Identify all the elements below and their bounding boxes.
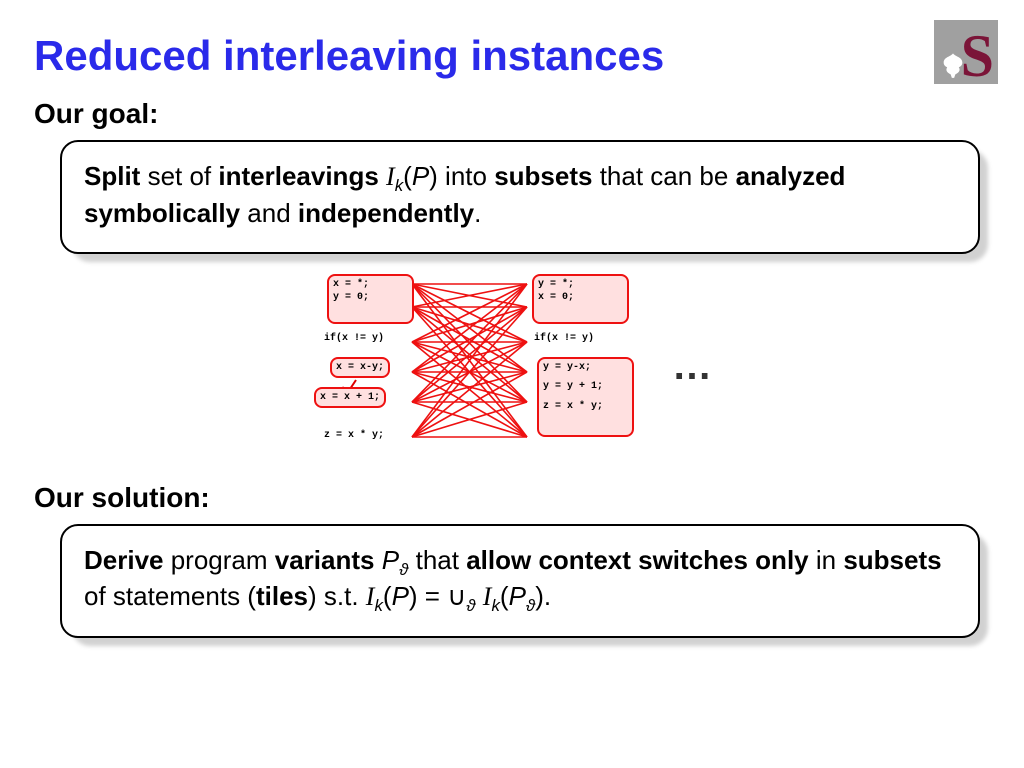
goal-label: Our goal: (34, 98, 990, 130)
left-tile-1: x = *; y = 0; (327, 274, 414, 324)
oak-leaf-icon (939, 51, 967, 79)
right-cond: if(x != y) (530, 330, 598, 348)
institution-logo: S (934, 20, 998, 84)
left-tile-2: x = x-y; (330, 357, 390, 379)
goal-box: Split set of interleavings Ik(P) into su… (60, 140, 980, 254)
right-tile-1: y = *; x = 0; (532, 274, 629, 324)
solution-box: Derive program variants Pϑ that allow co… (60, 524, 980, 638)
left-tile-3: x = x + 1; (314, 387, 386, 409)
goal-box-container: Split set of interleavings Ik(P) into su… (60, 140, 980, 254)
solution-label: Our solution: (34, 482, 990, 514)
left-cond: if(x != y) (320, 330, 388, 348)
solution-box-container: Derive program variants Pϑ that allow co… (60, 524, 980, 638)
left-stmt-z: z = x * y; (320, 427, 388, 445)
slide-title: Reduced interleaving instances (34, 32, 990, 80)
ellipsis: … (672, 344, 712, 389)
presentation-slide: S Reduced interleaving instances Our goa… (0, 0, 1024, 768)
interleaving-diagram: x = *; y = 0; if(x != y) x = x-y; x = x … (302, 272, 722, 472)
right-tile-2: y = y-x; y = y + 1; z = x * y; (537, 357, 634, 437)
